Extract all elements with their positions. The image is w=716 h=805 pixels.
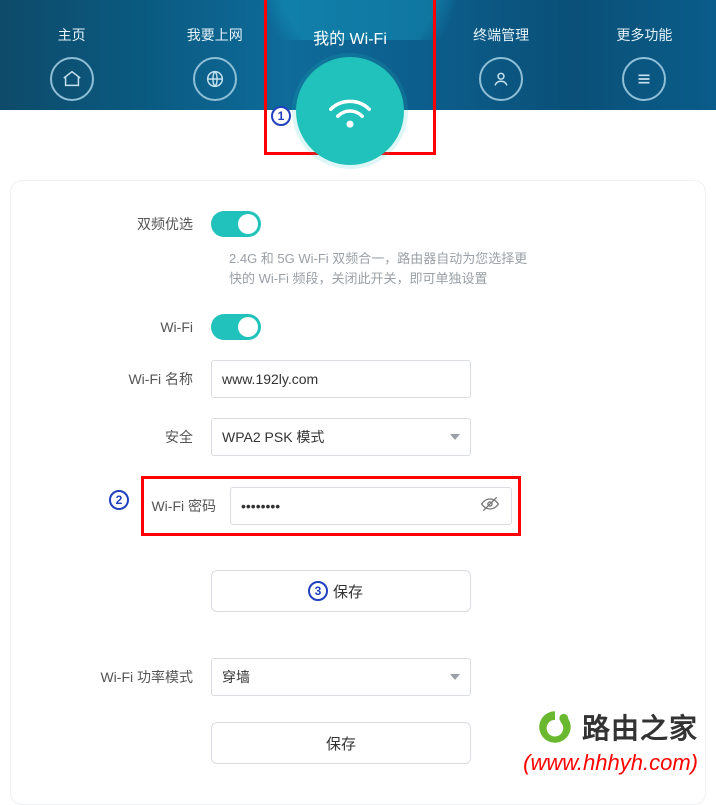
home-icon: [50, 57, 94, 101]
dualband-hint: 2.4G 和 5G Wi-Fi 双频合一，路由器自动为您选择更快的 Wi-Fi …: [229, 249, 529, 288]
brand-name: 路由之家: [582, 707, 698, 747]
wifi-enable-label: Wi-Fi: [31, 319, 211, 335]
power-mode-label: Wi-Fi 功率模式: [31, 667, 211, 687]
save-button-1-label: 保存: [333, 581, 363, 602]
brand-logo-icon: [534, 706, 576, 748]
row-dualband: 双频优选: [31, 211, 685, 237]
nav-home-label: 主页: [58, 25, 86, 45]
power-mode-select[interactable]: 穿墙: [211, 658, 471, 696]
nav-wifi[interactable]: [296, 57, 404, 165]
annotation-badge-2: 2: [109, 490, 129, 510]
wifi-icon: [322, 83, 378, 139]
nav-wifi-label: 我的 Wi-Fi: [267, 0, 433, 49]
nav-internet-label: 我要上网: [187, 25, 243, 45]
globe-icon: [193, 57, 237, 101]
user-icon: [479, 57, 523, 101]
nav-clients-label: 终端管理: [473, 25, 529, 45]
dualband-toggle[interactable]: [211, 211, 261, 237]
wifi-name-input[interactable]: [211, 360, 471, 398]
wifi-enable-toggle[interactable]: [211, 314, 261, 340]
wifi-name-label: Wi-Fi 名称: [31, 369, 211, 389]
save-button-2[interactable]: 保存: [211, 722, 471, 764]
security-select[interactable]: WPA2 PSK 模式: [211, 418, 471, 456]
eye-off-icon[interactable]: [480, 494, 500, 519]
nav-wifi-highlight: 我的 Wi-Fi 1: [264, 0, 436, 155]
nav-more[interactable]: 更多功能: [599, 25, 689, 101]
chevron-down-icon: [450, 674, 460, 680]
power-mode-value: 穿墙: [222, 667, 250, 687]
watermark-brand: 路由之家 (www.hhhyh.com): [523, 706, 698, 776]
chevron-down-icon: [450, 434, 460, 440]
row-wifi-name: Wi-Fi 名称: [31, 360, 685, 398]
nav-internet[interactable]: 我要上网: [170, 25, 260, 101]
save-button-2-label: 保存: [326, 733, 356, 754]
nav-more-label: 更多功能: [616, 25, 672, 45]
row-wifi-enable: Wi-Fi: [31, 314, 685, 340]
security-value: WPA2 PSK 模式: [222, 427, 324, 447]
dualband-label: 双频优选: [31, 214, 211, 234]
save-button-1[interactable]: 3 保存: [211, 570, 471, 612]
security-label: 安全: [31, 427, 211, 447]
wifi-password-label: Wi-Fi 密码: [150, 496, 230, 516]
nav-clients[interactable]: 终端管理: [456, 25, 546, 101]
annotation-badge-3: 3: [308, 581, 328, 601]
brand-url: (www.hhhyh.com): [523, 750, 698, 776]
nav-home[interactable]: 主页: [27, 25, 117, 101]
wifi-password-input[interactable]: [230, 487, 512, 525]
menu-icon: [622, 57, 666, 101]
row-power-mode: Wi-Fi 功率模式 穿墙: [31, 658, 685, 696]
row-security: 安全 WPA2 PSK 模式: [31, 418, 685, 456]
top-nav-bar: 主页 我要上网 终端管理 更多功能 我的 Wi-Fi: [0, 0, 716, 110]
annotation-badge-1: 1: [271, 106, 291, 126]
row-wifi-password-highlight: Wi-Fi 密码: [141, 476, 521, 536]
